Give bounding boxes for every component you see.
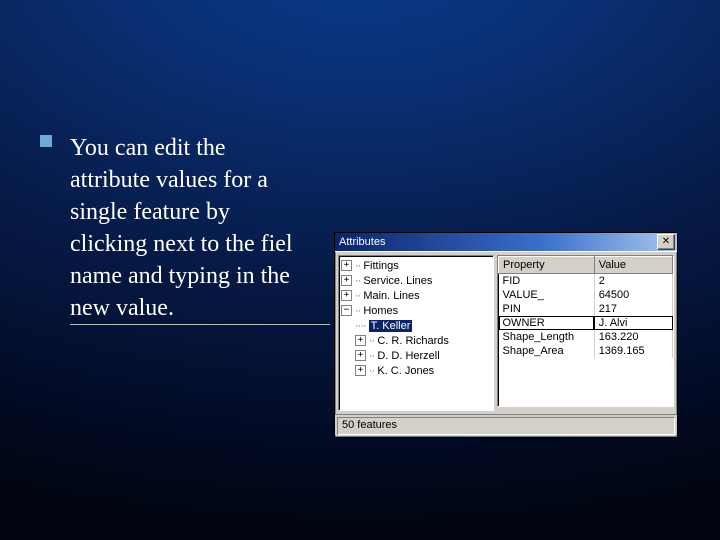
tree-connector-icon: ·· — [355, 290, 360, 302]
bullet-line: You can edit the — [70, 132, 330, 164]
prop-name: Shape_Length — [499, 330, 595, 344]
tree-connector-icon: ·· — [355, 275, 360, 287]
titlebar[interactable]: Attributes ✕ — [335, 233, 677, 251]
table-row-selected[interactable]: OWNERJ. Alvi — [499, 316, 673, 330]
prop-name: FID — [499, 274, 595, 289]
tree-label: D. D. Herzell — [377, 350, 439, 362]
collapse-icon[interactable]: − — [341, 305, 352, 316]
window-body: +··Fittings +··Service. Lines +··Main. L… — [335, 251, 677, 414]
tree-node-homes[interactable]: −··Homes — [341, 303, 491, 318]
tree-node-fittings[interactable]: +··Fittings — [341, 258, 491, 273]
col-header-value[interactable]: Value — [594, 257, 672, 274]
table-row[interactable]: FID2 — [499, 274, 673, 289]
slide-background: You can edit the attribute values for a … — [0, 0, 720, 540]
bullet-text: You can edit the attribute values for a … — [70, 132, 330, 325]
prop-value[interactable]: 163.220 — [594, 330, 672, 344]
prop-name: Shape_Area — [499, 344, 595, 358]
expand-icon[interactable]: + — [341, 290, 352, 301]
tree-child[interactable]: +··K. C. Jones — [341, 363, 491, 378]
status-bar: 50 features — [335, 414, 677, 435]
tree-connector-icon: ·· — [355, 305, 360, 317]
prop-name: PIN — [499, 302, 595, 316]
bullet-line: clicking next to the fiel — [70, 228, 330, 260]
tree-label: T. Keller — [369, 320, 413, 332]
layer-tree[interactable]: +··Fittings +··Service. Lines +··Main. L… — [338, 255, 494, 411]
tree-label: Main. Lines — [363, 290, 419, 302]
tree-label: K. C. Jones — [377, 365, 434, 377]
tree-connector-icon: ···· — [355, 320, 366, 332]
tree-label: Homes — [363, 305, 398, 317]
prop-name: OWNER — [499, 316, 595, 330]
close-button[interactable]: ✕ — [657, 234, 675, 250]
bullet-line: new value. — [70, 292, 330, 325]
table-row[interactable]: Shape_Area1369.165 — [499, 344, 673, 358]
tree-node-mainlines[interactable]: +··Main. Lines — [341, 288, 491, 303]
bullet-square-icon — [40, 135, 52, 147]
expand-icon[interactable]: + — [341, 260, 352, 271]
status-text: 50 features — [337, 417, 675, 435]
tree-connector-icon: ·· — [369, 365, 374, 377]
tree-label: Service. Lines — [363, 275, 432, 287]
tree-label: Fittings — [363, 260, 398, 272]
bullet-line: name and typing in the — [70, 260, 330, 292]
expand-icon[interactable]: + — [355, 335, 366, 346]
bullet-line: single feature by — [70, 196, 330, 228]
window-title: Attributes — [339, 233, 385, 251]
bullet-line: attribute values for a — [70, 164, 330, 196]
property-table: Property Value FID2 VALUE_64500 PIN217 O… — [498, 256, 673, 358]
tree-child-selected[interactable]: ····T. Keller — [341, 318, 491, 333]
prop-value[interactable]: 64500 — [594, 288, 672, 302]
prop-value[interactable]: 1369.165 — [594, 344, 672, 358]
table-row[interactable]: Shape_Length163.220 — [499, 330, 673, 344]
tree-child[interactable]: +··D. D. Herzell — [341, 348, 491, 363]
bullet-item: You can edit the attribute values for a … — [40, 132, 340, 325]
tree-connector-icon: ·· — [369, 350, 374, 362]
expand-icon[interactable]: + — [355, 365, 366, 376]
expand-icon[interactable]: + — [355, 350, 366, 361]
prop-value-editing[interactable]: J. Alvi — [594, 316, 672, 330]
prop-name: VALUE_ — [499, 288, 595, 302]
attributes-window: Attributes ✕ +··Fittings +··Service. Lin… — [334, 232, 678, 438]
tree-label: C. R. Richards — [377, 335, 449, 347]
prop-value[interactable]: 217 — [594, 302, 672, 316]
tree-node-servicelines[interactable]: +··Service. Lines — [341, 273, 491, 288]
close-icon: ✕ — [662, 237, 670, 247]
tree-connector-icon: ·· — [369, 335, 374, 347]
table-row[interactable]: PIN217 — [499, 302, 673, 316]
expand-icon[interactable]: + — [341, 275, 352, 286]
table-header-row: Property Value — [499, 257, 673, 274]
tree-child[interactable]: +··C. R. Richards — [341, 333, 491, 348]
prop-value[interactable]: 2 — [594, 274, 672, 289]
property-grid[interactable]: Property Value FID2 VALUE_64500 PIN217 O… — [497, 255, 674, 407]
tree-connector-icon: ·· — [355, 260, 360, 272]
table-row[interactable]: VALUE_64500 — [499, 288, 673, 302]
col-header-property[interactable]: Property — [499, 257, 595, 274]
